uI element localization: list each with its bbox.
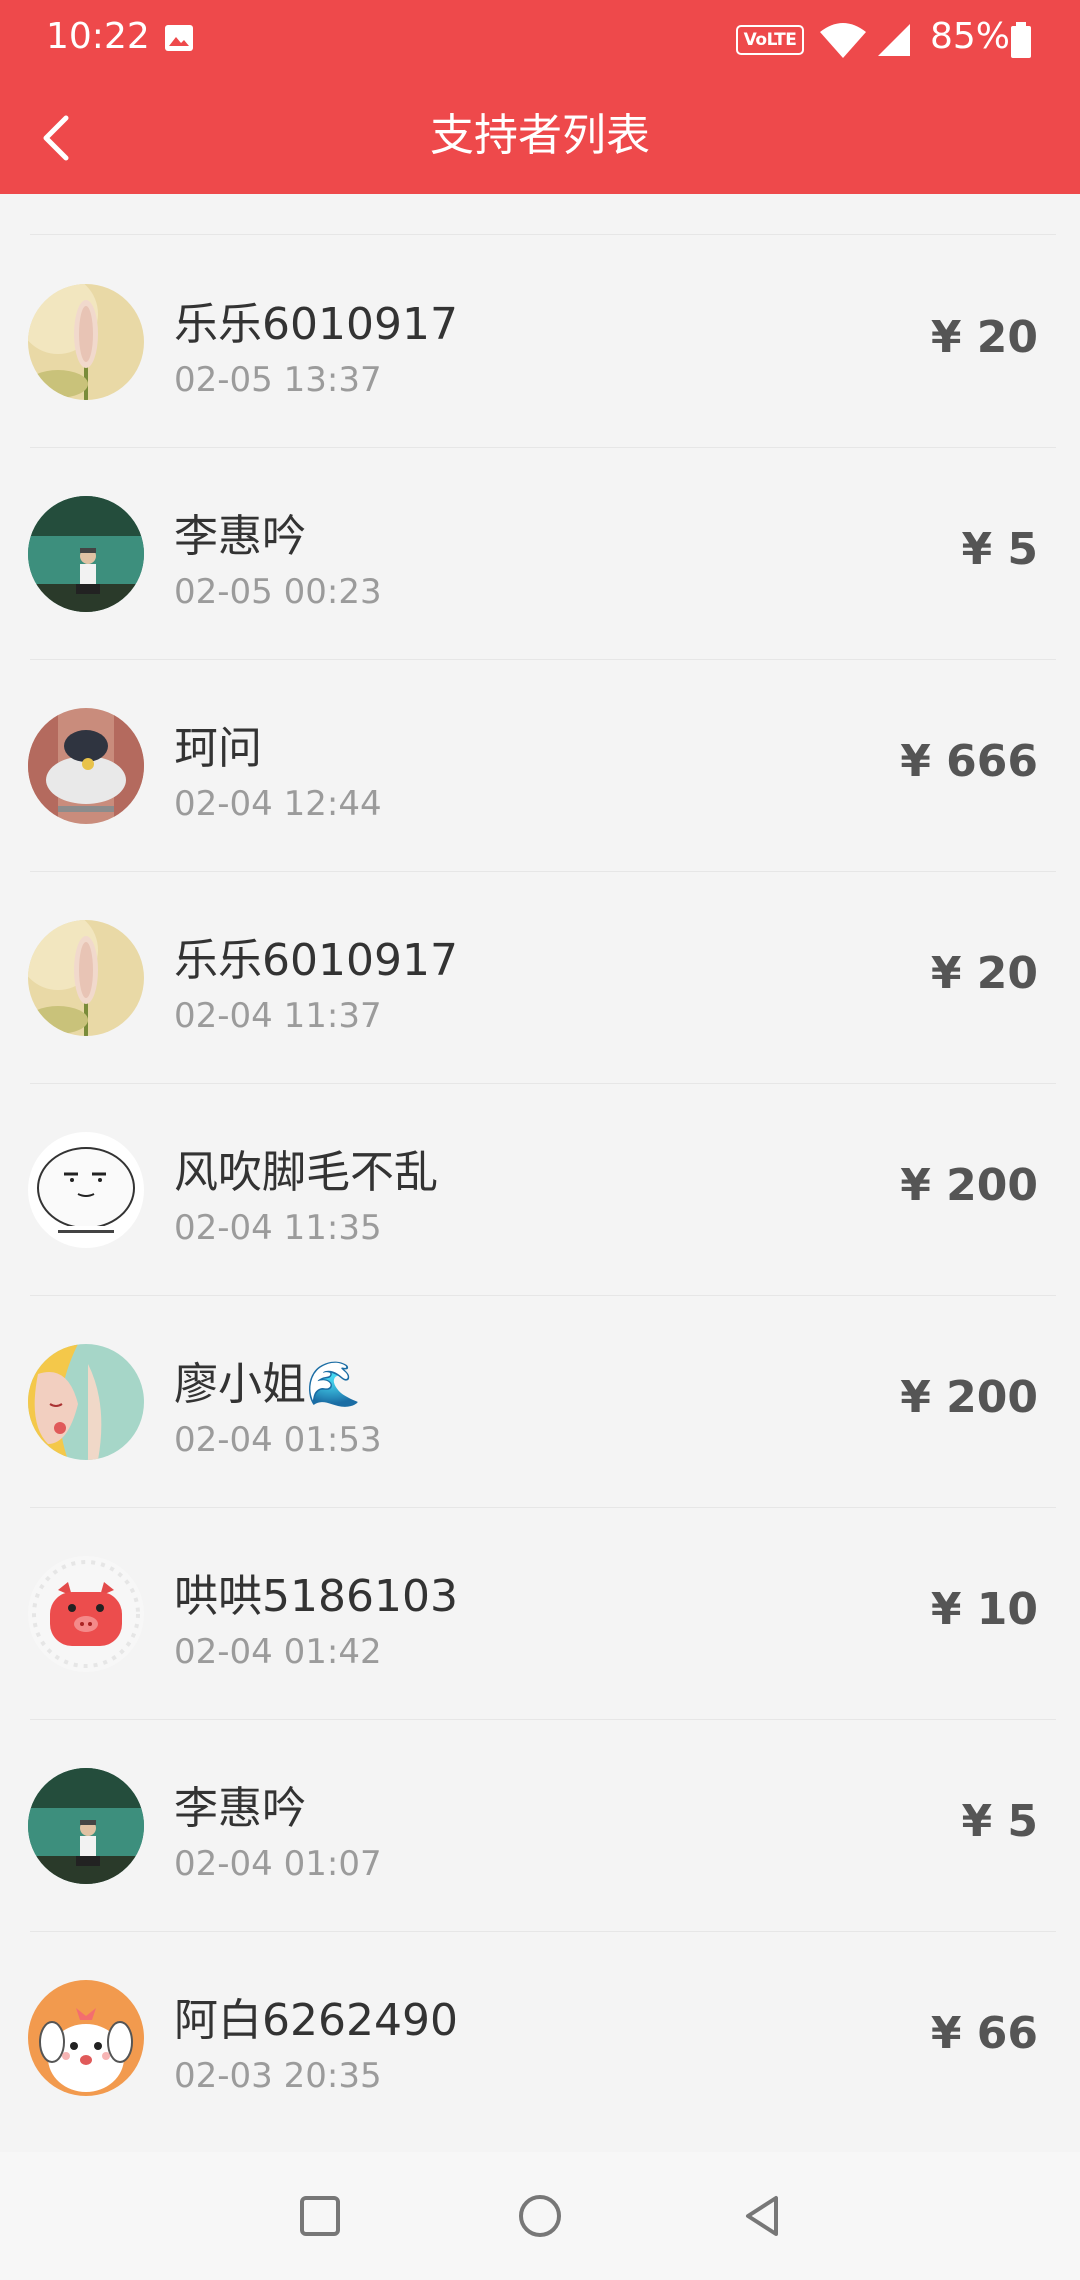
supporter-time: 02-04 01:42 bbox=[174, 1632, 382, 1672]
supporter-name: 风吹脚毛不乱 bbox=[174, 1147, 438, 1198]
avatar bbox=[28, 496, 144, 612]
page-title: 支持者列表 bbox=[430, 110, 650, 161]
supporter-amount: ¥ 5 bbox=[961, 1796, 1038, 1847]
avatar bbox=[28, 1344, 144, 1460]
supporter-time: 02-04 12:44 bbox=[174, 784, 382, 824]
person-lake-icon bbox=[28, 1768, 144, 1884]
supporter-name: 乐乐6010917 bbox=[174, 935, 458, 986]
supporter-name: 廖小姐🌊 bbox=[174, 1359, 361, 1410]
supporter-time: 02-05 00:23 bbox=[174, 572, 382, 612]
avatar bbox=[28, 1768, 144, 1884]
pig-icon bbox=[28, 1556, 144, 1672]
supporter-amount: ¥ 10 bbox=[930, 1584, 1038, 1635]
status-bar: 10:22 VoLTE 85% bbox=[0, 0, 1080, 80]
supporter-name: 阿白6262490 bbox=[174, 1995, 458, 2046]
battery-icon bbox=[1011, 22, 1031, 58]
divider bbox=[30, 234, 1056, 235]
image-notification-icon bbox=[165, 25, 193, 51]
home-icon[interactable] bbox=[514, 2190, 566, 2242]
supporter-row[interactable]: 李惠吟 02-04 01:07 ¥ 5 bbox=[0, 1720, 1080, 1932]
supporter-row[interactable]: 乐乐6010917 02-04 11:37 ¥ 20 bbox=[0, 872, 1080, 1084]
supporter-time: 02-03 20:35 bbox=[174, 2056, 382, 2096]
puppy-icon bbox=[28, 1980, 144, 2096]
cat-smoke-icon bbox=[28, 708, 144, 824]
supporter-name: 李惠吟 bbox=[174, 1783, 306, 1834]
avatar bbox=[28, 708, 144, 824]
supporter-amount: ¥ 666 bbox=[900, 736, 1038, 787]
girl-illustration-icon bbox=[28, 1344, 144, 1460]
supporter-amount: ¥ 200 bbox=[900, 1372, 1038, 1423]
battery-percent: 85% bbox=[930, 16, 1011, 57]
recent-apps-icon[interactable] bbox=[294, 2190, 346, 2242]
supporter-name: 哄哄5186103 bbox=[174, 1571, 458, 1622]
lupine-flower-icon bbox=[28, 920, 144, 1036]
supporter-time: 02-05 13:37 bbox=[174, 360, 382, 400]
lupine-flower-icon bbox=[28, 284, 144, 400]
system-nav-bar bbox=[0, 2152, 1080, 2280]
supporter-row[interactable]: 风吹脚毛不乱 02-04 11:35 ¥ 200 bbox=[0, 1084, 1080, 1296]
supporter-row[interactable]: 乐乐6010917 02-05 13:37 ¥ 20 bbox=[0, 236, 1080, 448]
supporter-name: 珂问 bbox=[174, 723, 262, 774]
supporter-amount: ¥ 20 bbox=[930, 312, 1038, 363]
supporter-amount: ¥ 66 bbox=[930, 2008, 1038, 2059]
supporter-time: 02-04 11:35 bbox=[174, 1208, 382, 1248]
supporter-row[interactable]: 珂问 02-04 12:44 ¥ 666 bbox=[0, 660, 1080, 872]
wifi-icon bbox=[820, 23, 866, 58]
supporter-amount: ¥ 200 bbox=[900, 1160, 1038, 1211]
supporter-name: 李惠吟 bbox=[174, 511, 306, 562]
avatar bbox=[28, 1132, 144, 1248]
meme-face-icon bbox=[28, 1132, 144, 1248]
supporter-row[interactable]: 李惠吟 02-05 00:23 ¥ 5 bbox=[0, 448, 1080, 660]
supporter-row[interactable]: 廖小姐🌊 02-04 01:53 ¥ 200 bbox=[0, 1296, 1080, 1508]
person-lake-icon bbox=[28, 496, 144, 612]
supporter-amount: ¥ 5 bbox=[961, 524, 1038, 575]
app-header: 10:22 VoLTE 85% 支持者列表 bbox=[0, 0, 1080, 194]
back-nav-icon[interactable] bbox=[738, 2190, 790, 2242]
avatar bbox=[28, 284, 144, 400]
volte-badge: VoLTE bbox=[736, 25, 804, 55]
supporter-row[interactable]: 阿白6262490 02-03 20:35 ¥ 66 bbox=[0, 1932, 1080, 2144]
supporter-time: 02-04 11:37 bbox=[174, 996, 382, 1036]
status-time: 10:22 bbox=[46, 16, 150, 57]
supporter-name: 乐乐6010917 bbox=[174, 299, 458, 350]
signal-icon bbox=[878, 24, 910, 56]
supporter-amount: ¥ 20 bbox=[930, 948, 1038, 999]
supporter-time: 02-04 01:53 bbox=[174, 1420, 382, 1460]
avatar bbox=[28, 1980, 144, 2096]
supporter-time: 02-04 01:07 bbox=[174, 1844, 382, 1884]
supporter-row[interactable]: 哄哄5186103 02-04 01:42 ¥ 10 bbox=[0, 1508, 1080, 1720]
avatar bbox=[28, 920, 144, 1036]
avatar bbox=[28, 1556, 144, 1672]
